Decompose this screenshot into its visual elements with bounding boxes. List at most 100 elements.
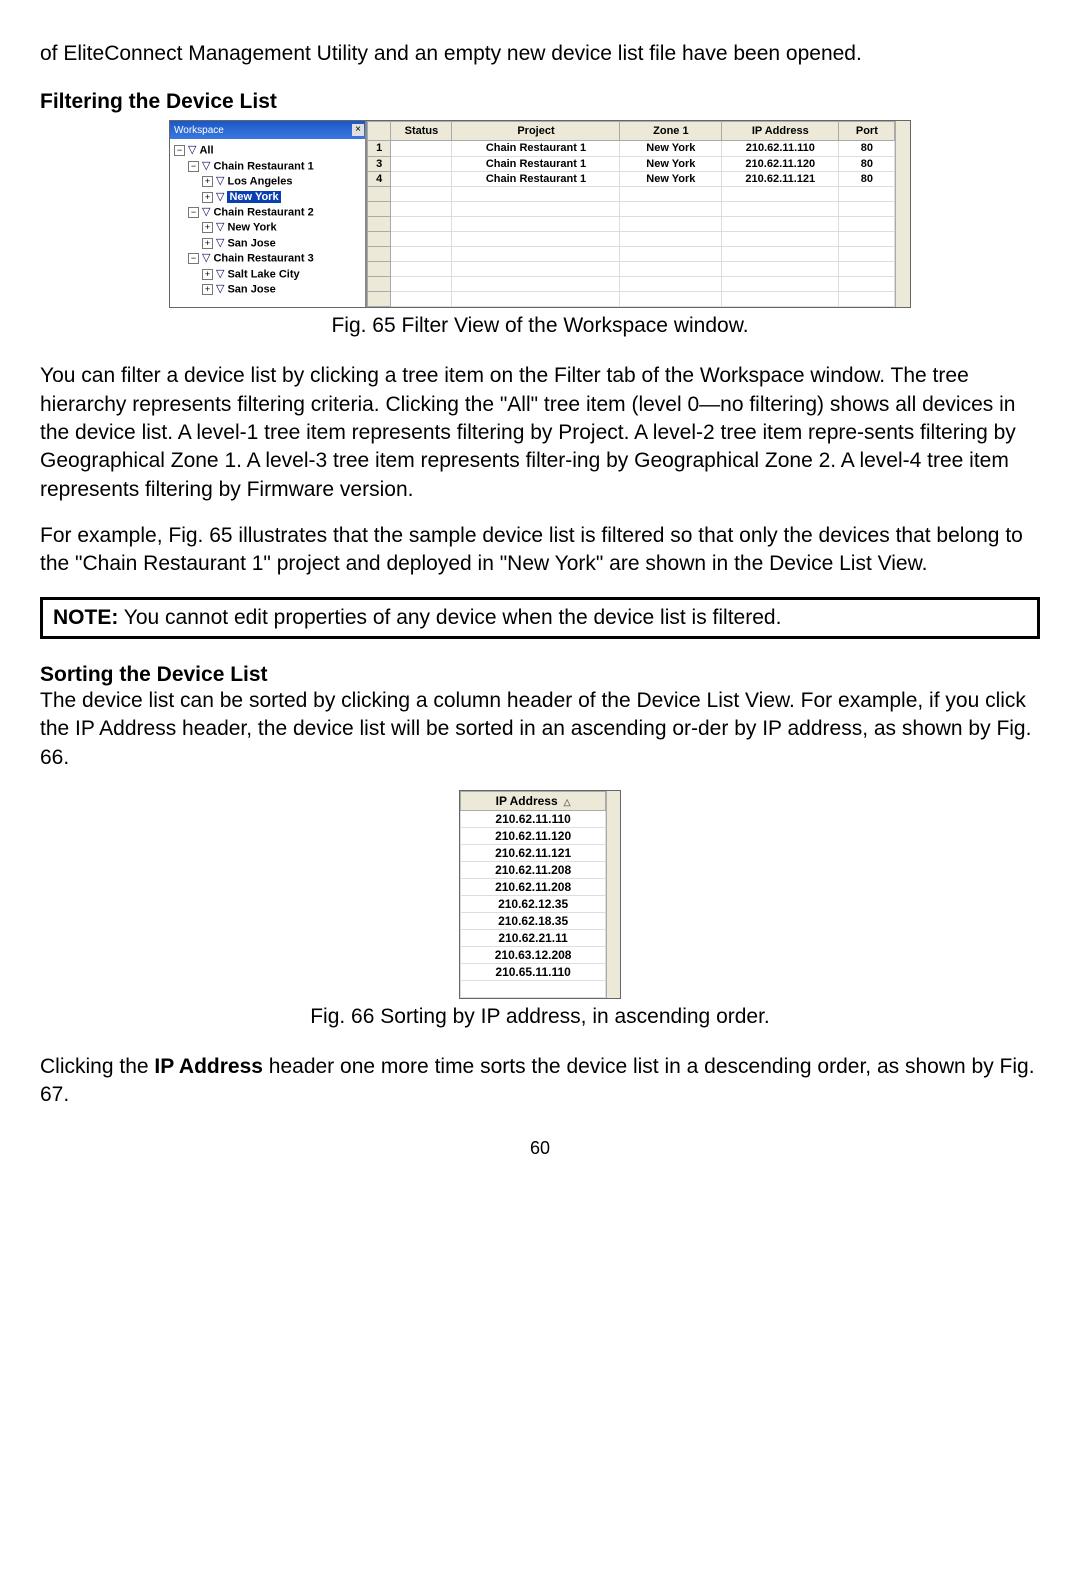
expand-icon[interactable]: + [202, 284, 213, 295]
fig65-caption: Fig. 65 Filter View of the Workspace win… [40, 314, 1040, 338]
cell-zone1: New York [620, 156, 722, 171]
table-row[interactable]: 210.63.12.208 [461, 946, 606, 963]
cell-ip: 210.65.11.110 [461, 963, 606, 980]
fig66-screenshot: IP Address△ 210.62.11.110 210.62.11.120 … [459, 790, 621, 999]
table-row[interactable]: 210.62.21.11 [461, 929, 606, 946]
table-row[interactable]: 3 Chain Restaurant 1 New York 210.62.11.… [368, 156, 895, 171]
cell-ip: 210.62.11.121 [722, 171, 839, 186]
cell-ip: 210.62.18.35 [461, 912, 606, 929]
expand-icon[interactable]: − [174, 145, 185, 156]
workspace-titlebar: Workspace × [170, 121, 365, 139]
cell-ip: 210.62.11.208 [461, 878, 606, 895]
tree-all[interactable]: All [199, 145, 213, 157]
expand-icon[interactable]: + [202, 192, 213, 203]
cell-ip: 210.62.11.120 [722, 156, 839, 171]
funnel-icon: ▽ [216, 236, 224, 251]
scrollbar[interactable] [606, 791, 620, 998]
sort-paragraph-2: Clicking the IP Address header one more … [40, 1053, 1040, 1110]
funnel-icon: ▽ [216, 220, 224, 235]
cell-ip: 210.62.11.110 [722, 141, 839, 156]
tree-cr3[interactable]: Chain Restaurant 3 [213, 253, 313, 265]
funnel-icon: ▽ [202, 205, 210, 220]
sort2a: Clicking the [40, 1055, 154, 1078]
device-grid: Status Project Zone 1 IP Address Port 1 … [367, 121, 895, 307]
col-project[interactable]: Project [452, 122, 620, 141]
table-row[interactable]: 210.62.11.208 [461, 878, 606, 895]
filter-paragraph-2: For example, Fig. 65 illustrates that th… [40, 522, 1040, 579]
tree-slc[interactable]: Salt Lake City [227, 268, 299, 280]
cell-ip: 210.62.11.208 [461, 861, 606, 878]
col-status[interactable]: Status [391, 122, 452, 141]
filter-paragraph-1: You can filter a device list by clicking… [40, 362, 1040, 504]
row-num: 3 [368, 156, 391, 171]
filter-tree[interactable]: −▽All −▽Chain Restaurant 1 +▽Los Angeles… [170, 139, 365, 307]
cell-ip: 210.62.21.11 [461, 929, 606, 946]
table-row[interactable]: 210.62.11.208 [461, 861, 606, 878]
sort-paragraph-1: The device list can be sorted by clickin… [40, 687, 1040, 772]
col-zone1[interactable]: Zone 1 [620, 122, 722, 141]
expand-icon[interactable]: − [188, 253, 199, 264]
col-ip[interactable]: IP Address [722, 122, 839, 141]
cell-port: 80 [839, 171, 895, 186]
tree-ny-selected[interactable]: New York [227, 191, 280, 203]
cell-port: 80 [839, 156, 895, 171]
table-row[interactable]: 210.62.11.120 [461, 827, 606, 844]
funnel-icon: ▽ [216, 267, 224, 282]
tree-la[interactable]: Los Angeles [227, 176, 292, 188]
grid-header-row: Status Project Zone 1 IP Address Port [368, 122, 895, 141]
note-box: NOTE: You cannot edit properties of any … [40, 597, 1040, 639]
table-row[interactable]: 1 Chain Restaurant 1 New York 210.62.11.… [368, 141, 895, 156]
expand-icon[interactable]: + [202, 238, 213, 249]
tree-cr1[interactable]: Chain Restaurant 1 [213, 160, 313, 172]
cell-zone1: New York [620, 141, 722, 156]
funnel-icon: ▽ [216, 174, 224, 189]
row-num: 4 [368, 171, 391, 186]
fig65-screenshot: Workspace × −▽All −▽Chain Restaurant 1 +… [169, 120, 911, 308]
fig66-caption: Fig. 66 Sorting by IP address, in ascend… [40, 1005, 1040, 1029]
cell-ip: 210.62.12.35 [461, 895, 606, 912]
note-text: You cannot edit properties of any device… [118, 606, 781, 629]
table-row[interactable]: 210.62.11.110 [461, 810, 606, 827]
cell-ip: 210.63.12.208 [461, 946, 606, 963]
expand-icon[interactable]: + [202, 269, 213, 280]
sort2-bold: IP Address [154, 1055, 263, 1078]
workspace-panel: Workspace × −▽All −▽Chain Restaurant 1 +… [170, 121, 366, 307]
cell-project: Chain Restaurant 1 [452, 171, 620, 186]
tree-sj[interactable]: San Jose [227, 237, 275, 249]
workspace-title-text: Workspace [174, 125, 224, 136]
expand-icon[interactable]: + [202, 176, 213, 187]
funnel-icon: ▽ [202, 159, 210, 174]
col-ip-sorted[interactable]: IP Address△ [461, 791, 606, 810]
cell-ip: 210.62.11.110 [461, 810, 606, 827]
funnel-icon: ▽ [202, 251, 210, 266]
sort-heading: Sorting the Device List [40, 663, 1040, 687]
cell-project: Chain Restaurant 1 [452, 141, 620, 156]
col-port[interactable]: Port [839, 122, 895, 141]
table-row[interactable]: 210.62.18.35 [461, 912, 606, 929]
cell-project: Chain Restaurant 1 [452, 156, 620, 171]
funnel-icon: ▽ [216, 282, 224, 297]
expand-icon[interactable]: − [188, 207, 199, 218]
tree-sj2[interactable]: San Jose [227, 283, 275, 295]
table-row[interactable]: 210.65.11.110 [461, 963, 606, 980]
scrollbar[interactable] [895, 121, 910, 307]
ip-table: IP Address△ 210.62.11.110 210.62.11.120 … [460, 791, 606, 998]
tree-cr2[interactable]: Chain Restaurant 2 [213, 206, 313, 218]
intro-paragraph: of EliteConnect Management Utility and a… [40, 40, 1040, 68]
row-num: 1 [368, 141, 391, 156]
cell-port: 80 [839, 141, 895, 156]
funnel-icon: ▽ [216, 190, 224, 205]
table-row[interactable]: 210.62.12.35 [461, 895, 606, 912]
close-icon[interactable]: × [352, 124, 364, 136]
cell-ip: 210.62.11.121 [461, 844, 606, 861]
table-row[interactable]: 210.62.11.121 [461, 844, 606, 861]
expand-icon[interactable]: + [202, 222, 213, 233]
cell-ip: 210.62.11.120 [461, 827, 606, 844]
note-label: NOTE: [53, 606, 118, 629]
filter-heading: Filtering the Device List [40, 90, 1040, 114]
page-number: 60 [40, 1138, 1040, 1159]
tree-ny2[interactable]: New York [227, 222, 276, 234]
sort-asc-icon: △ [564, 797, 571, 807]
table-row[interactable]: 4 Chain Restaurant 1 New York 210.62.11.… [368, 171, 895, 186]
expand-icon[interactable]: − [188, 161, 199, 172]
